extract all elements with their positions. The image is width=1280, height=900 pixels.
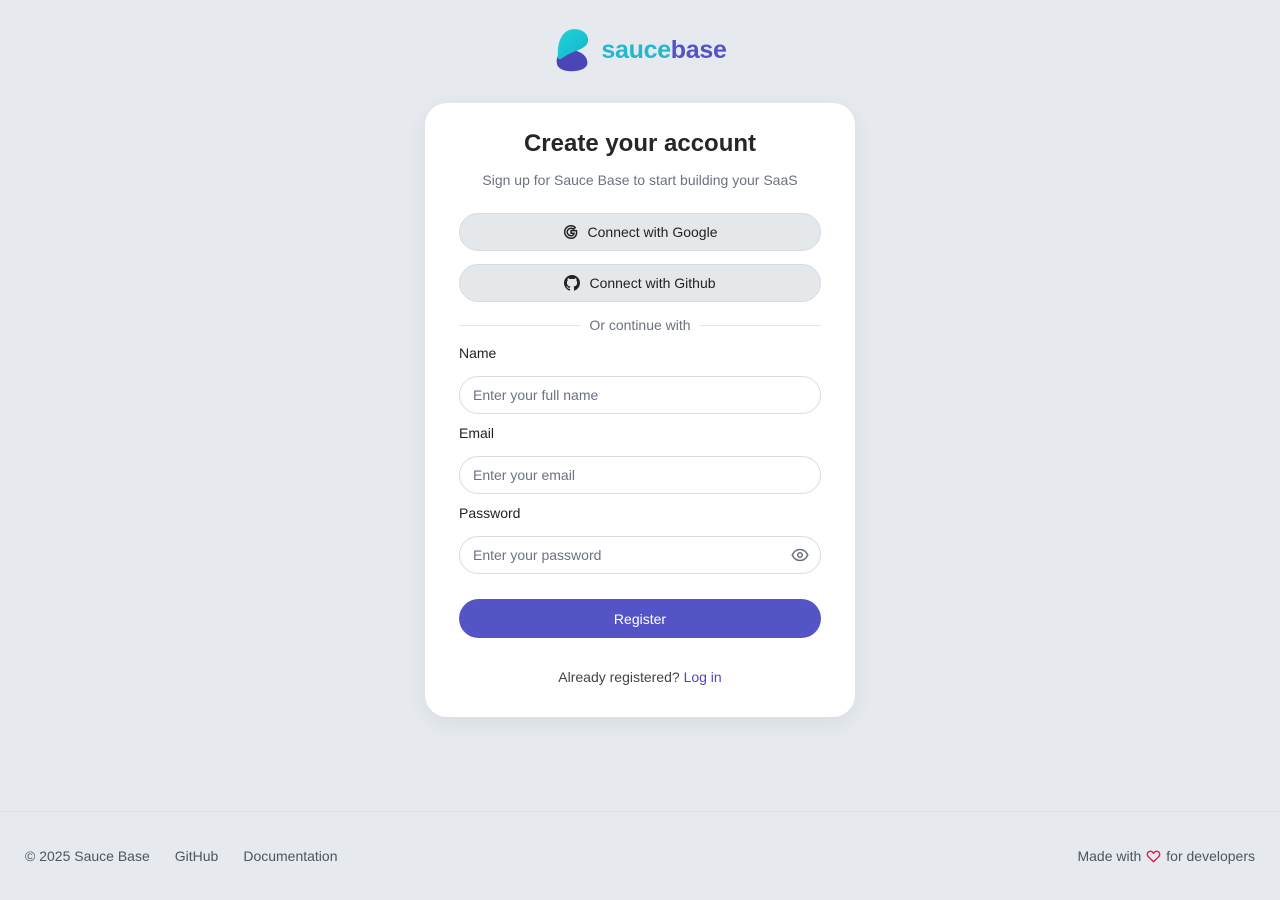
already-registered-text: Already registered? xyxy=(558,669,680,685)
brand-logo[interactable]: saucebase xyxy=(0,28,1280,72)
divider-line-left xyxy=(459,324,581,326)
name-label: Name xyxy=(459,345,497,361)
footer-left: © 2025 Sauce Base GitHub Documentation xyxy=(25,848,338,864)
connect-github-button[interactable]: Connect with Github xyxy=(459,264,821,302)
brand-name-part2: base xyxy=(670,35,727,64)
email-field-wrapper xyxy=(459,456,821,494)
email-input[interactable] xyxy=(460,457,820,493)
made-with-text: Made with xyxy=(1077,848,1142,864)
divider-line-right xyxy=(699,324,822,326)
password-input[interactable] xyxy=(460,537,820,573)
name-field-wrapper xyxy=(459,376,821,414)
footer-right: Made with for developers xyxy=(1077,848,1255,864)
footer-docs-link[interactable]: Documentation xyxy=(243,848,337,864)
for-developers-text: for developers xyxy=(1166,848,1255,864)
name-input[interactable] xyxy=(460,377,820,413)
register-card: Create your account Sign up for Sauce Ba… xyxy=(425,103,855,717)
password-field-wrapper xyxy=(459,536,821,574)
copyright-text: © 2025 Sauce Base xyxy=(25,848,150,864)
eye-icon[interactable] xyxy=(791,548,809,562)
connect-github-label: Connect with Github xyxy=(589,275,716,291)
footer-github-link[interactable]: GitHub xyxy=(175,848,219,864)
footer: © 2025 Sauce Base GitHub Documentation M… xyxy=(0,811,1280,900)
connect-google-button[interactable]: Connect with Google xyxy=(459,213,821,251)
divider-text: Or continue with xyxy=(589,317,691,333)
connect-google-label: Connect with Google xyxy=(587,224,718,240)
divider: Or continue with xyxy=(459,317,822,333)
page-subtitle: Sign up for Sauce Base to start building… xyxy=(482,172,798,188)
sauce-base-logo-icon xyxy=(557,29,589,72)
password-label: Password xyxy=(459,505,521,521)
brand-name-part1: sauce xyxy=(601,35,671,64)
github-icon xyxy=(564,275,581,291)
brand-wordmark: saucebase xyxy=(601,36,726,65)
email-label: Email xyxy=(459,425,495,441)
register-button[interactable]: Register xyxy=(459,599,821,638)
heart-icon xyxy=(1146,850,1161,862)
login-link[interactable]: Log in xyxy=(684,669,722,685)
page-title: Create your account xyxy=(523,130,757,157)
login-prompt: Already registered? Log in xyxy=(459,669,821,685)
google-icon xyxy=(563,224,577,240)
